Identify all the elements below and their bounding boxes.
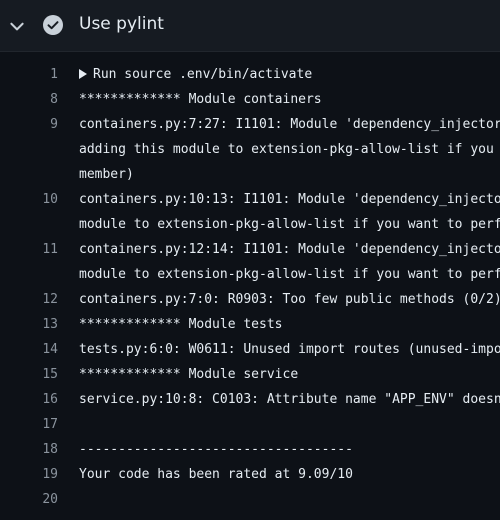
log-line: 13 ************* Module tests: [0, 312, 500, 337]
line-number[interactable]: 10: [0, 187, 58, 212]
check-circle-icon: [43, 15, 63, 35]
log-text[interactable]: Run source .env/bin/activate: [79, 62, 500, 87]
log-text: ************* Module containers: [79, 92, 322, 107]
log-output: 1 Run source .env/bin/activate 8 *******…: [0, 62, 500, 512]
log-line[interactable]: 1 Run source .env/bin/activate: [0, 62, 500, 87]
step-header[interactable]: Use pylint: [0, 0, 500, 52]
line-number[interactable]: 17: [0, 412, 58, 437]
log-line: module to extension-pkg-allow-list if yo…: [0, 262, 500, 287]
log-text: tests.py:6:0: W0611: Unused import route…: [79, 342, 500, 357]
log-text: containers.py:12:14: I1101: Module 'depe…: [79, 242, 500, 257]
log-text: containers.py:7:0: R0903: Too few public…: [79, 292, 500, 307]
log-line: 20: [0, 487, 500, 512]
log-text: Your code has been rated at 9.09/10: [79, 467, 353, 482]
line-number[interactable]: 8: [0, 87, 58, 112]
line-number[interactable]: 18: [0, 437, 58, 462]
line-number[interactable]: 9: [0, 112, 58, 137]
line-number[interactable]: 16: [0, 387, 58, 412]
log-text: service.py:10:8: C0103: Attribute name "…: [79, 392, 500, 407]
log-line: module to extension-pkg-allow-list if yo…: [0, 212, 500, 237]
log-text: containers.py:7:27: I1101: Module 'depen…: [79, 117, 500, 132]
caret-right-icon[interactable]: [79, 69, 87, 79]
log-line: 19 Your code has been rated at 9.09/10: [0, 462, 500, 487]
log-line: 14 tests.py:6:0: W0611: Unused import ro…: [0, 337, 500, 362]
log-text: member): [79, 167, 134, 182]
log-line: 12 containers.py:7:0: R0903: Too few pub…: [0, 287, 500, 312]
line-number[interactable]: 14: [0, 337, 58, 362]
log-line: adding this module to extension-pkg-allo…: [0, 137, 500, 162]
log-text: ************* Module tests: [79, 317, 283, 332]
log-line: 11 containers.py:12:14: I1101: Module 'd…: [0, 237, 500, 262]
log-text: containers.py:10:13: I1101: Module 'depe…: [79, 192, 500, 207]
line-number[interactable]: 19: [0, 462, 58, 487]
log-line: member): [0, 162, 500, 187]
log-line: 10 containers.py:10:13: I1101: Module 'd…: [0, 187, 500, 212]
log-line: 16 service.py:10:8: C0103: Attribute nam…: [0, 387, 500, 412]
line-number[interactable]: 11: [0, 237, 58, 262]
line-number[interactable]: 15: [0, 362, 58, 387]
log-line: 17: [0, 412, 500, 437]
log-line: 9 containers.py:7:27: I1101: Module 'dep…: [0, 112, 500, 137]
log-text: module to extension-pkg-allow-list if yo…: [79, 217, 500, 232]
log-text: -----------------------------------: [79, 442, 353, 457]
log-text: adding this module to extension-pkg-allo…: [79, 142, 500, 157]
line-number[interactable]: 20: [0, 487, 58, 512]
line-number[interactable]: 12: [0, 287, 58, 312]
log-line: 18 -----------------------------------: [0, 437, 500, 462]
log-line: 8 ************* Module containers: [0, 87, 500, 112]
log-text: module to extension-pkg-allow-list if yo…: [79, 267, 500, 282]
log-text: ************* Module service: [79, 367, 299, 382]
line-number[interactable]: 13: [0, 312, 58, 337]
step-title: Use pylint: [79, 14, 164, 34]
chevron-down-icon[interactable]: [8, 17, 26, 35]
line-number[interactable]: 1: [0, 62, 58, 87]
log-line: 15 ************* Module service: [0, 362, 500, 387]
